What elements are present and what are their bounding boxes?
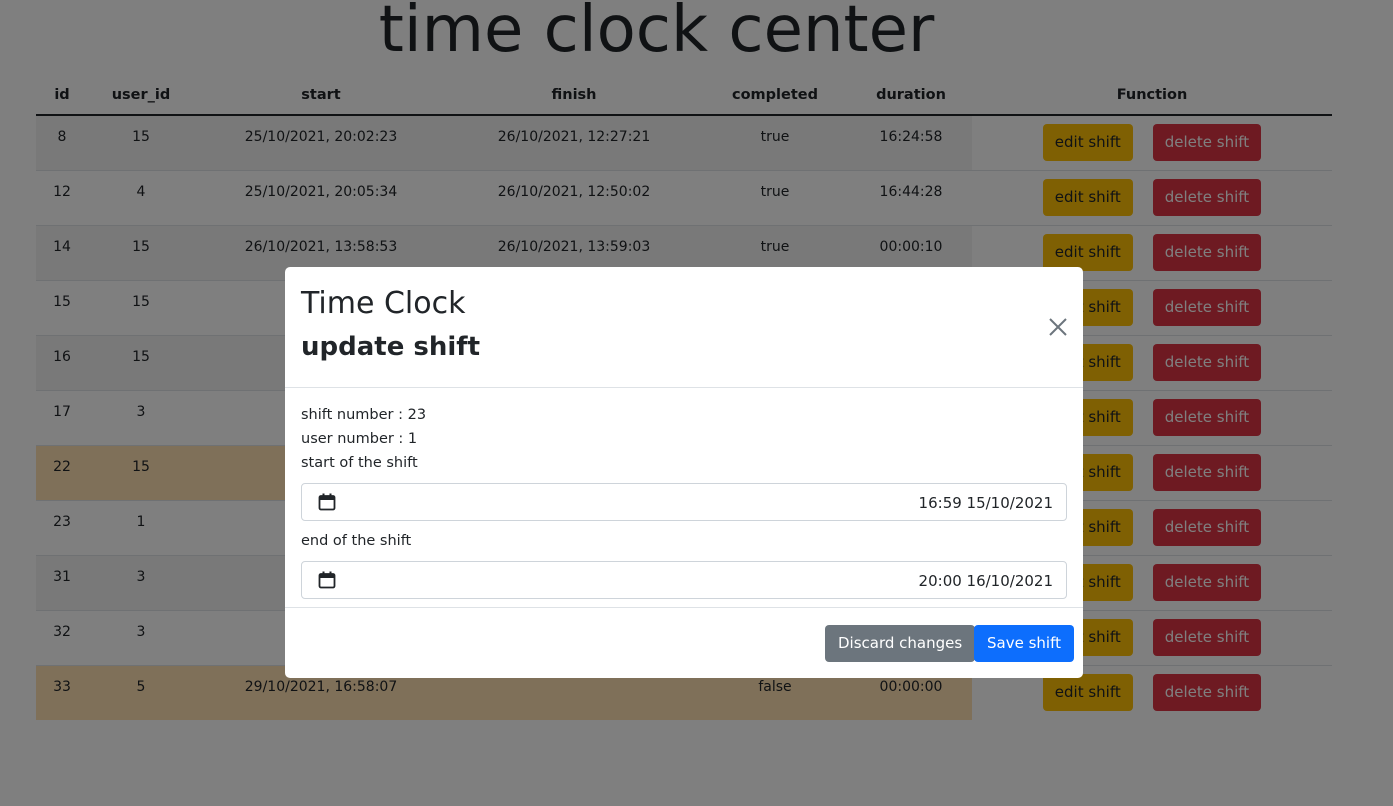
modal-footer: Discard changes Save shift: [285, 607, 1083, 679]
modal-title: Time Clock: [301, 286, 466, 321]
user-number-text: user number : 1: [301, 431, 418, 447]
shift-number-text: shift number : 23: [301, 407, 427, 423]
update-shift-modal: Time Clock update shift shift number : 2…: [285, 267, 1083, 678]
discard-changes-button[interactable]: Discard changes: [825, 625, 976, 662]
save-shift-button[interactable]: Save shift: [974, 625, 1074, 662]
close-icon[interactable]: [1047, 316, 1069, 338]
modal-subtitle: update shift: [301, 332, 481, 362]
end-datetime-input[interactable]: 20:00 16/10/2021: [301, 561, 1067, 599]
start-datetime-value: 16:59 15/10/2021: [918, 494, 1053, 512]
modal-header: Time Clock update shift: [285, 267, 1083, 388]
start-label: start of the shift: [301, 455, 418, 471]
start-datetime-input[interactable]: 16:59 15/10/2021: [301, 483, 1067, 521]
calendar-icon[interactable]: [318, 493, 336, 511]
end-datetime-value: 20:00 16/10/2021: [918, 572, 1053, 590]
calendar-icon[interactable]: [318, 571, 336, 589]
modal-body: shift number : 23 user number : 1 start …: [301, 403, 1067, 607]
end-label: end of the shift: [301, 533, 412, 549]
